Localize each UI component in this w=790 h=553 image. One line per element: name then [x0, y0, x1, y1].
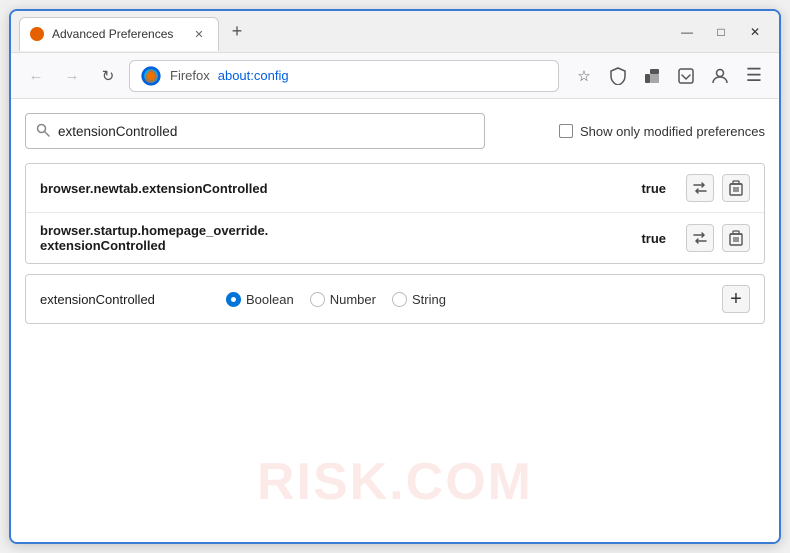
title-bar: Advanced Preferences ✕ + — □ ✕	[11, 11, 779, 53]
radio-boolean-label: Boolean	[246, 292, 294, 307]
radio-string-label: String	[412, 292, 446, 307]
nav-icons: ☆	[569, 61, 769, 91]
trash-icon-2	[729, 230, 743, 246]
radio-number-circle	[310, 292, 325, 307]
radio-number-label: Number	[330, 292, 376, 307]
extension-icon	[643, 67, 661, 85]
show-modified-checkbox[interactable]	[559, 124, 573, 138]
results-table: browser.newtab.extensionControlled true	[25, 163, 765, 264]
maximize-button[interactable]: □	[705, 18, 737, 46]
pref-name-1: browser.newtab.extensionControlled	[40, 181, 641, 196]
toggle-button-2[interactable]	[686, 224, 714, 252]
window-controls: — □ ✕	[671, 18, 771, 46]
radio-number[interactable]: Number	[310, 292, 376, 307]
back-button[interactable]: ←	[21, 61, 51, 91]
search-box[interactable]: extensionControlled	[25, 113, 485, 149]
swap-icon	[692, 181, 708, 195]
swap-icon-2	[692, 231, 708, 245]
search-icon	[36, 123, 50, 140]
radio-string-circle	[392, 292, 407, 307]
new-pref-row: extensionControlled Boolean Number Strin…	[25, 274, 765, 324]
profile-button[interactable]	[705, 61, 735, 91]
add-pref-button[interactable]: +	[722, 285, 750, 313]
row-actions-1	[686, 174, 750, 202]
shield-icon	[610, 67, 626, 85]
tab-favicon	[30, 27, 44, 41]
navigation-bar: ← → ↻ Firefox about:config ☆	[11, 53, 779, 99]
radio-boolean-circle	[226, 292, 241, 307]
delete-button-1[interactable]	[722, 174, 750, 202]
tab-title: Advanced Preferences	[52, 27, 182, 41]
menu-button[interactable]: ☰	[739, 61, 769, 91]
shield-button[interactable]	[603, 61, 633, 91]
table-row: browser.newtab.extensionControlled true	[26, 164, 764, 213]
radio-boolean[interactable]: Boolean	[226, 292, 294, 307]
address-text: about:config	[218, 68, 289, 83]
pocket-button[interactable]	[671, 61, 701, 91]
watermark: RISK.COM	[257, 452, 533, 512]
type-selector: Boolean Number String	[226, 292, 446, 307]
new-tab-button[interactable]: +	[223, 18, 251, 46]
tab-close-button[interactable]: ✕	[190, 25, 208, 43]
toggle-button-1[interactable]	[686, 174, 714, 202]
content-area: RISK.COM extensionControlled Show only m…	[11, 99, 779, 542]
forward-button[interactable]: →	[57, 61, 87, 91]
bookmarks-star-button[interactable]: ☆	[569, 61, 599, 91]
extension-button[interactable]	[637, 61, 667, 91]
pref-value-2: true	[641, 231, 666, 246]
trash-icon	[729, 180, 743, 196]
search-row: extensionControlled Show only modified p…	[25, 113, 765, 149]
address-bar[interactable]: Firefox about:config	[129, 60, 559, 92]
row-actions-2	[686, 224, 750, 252]
pocket-icon	[677, 67, 695, 85]
minimize-button[interactable]: —	[671, 18, 703, 46]
pref-value-1: true	[641, 181, 666, 196]
firefox-logo-icon	[140, 65, 162, 87]
new-pref-name: extensionControlled	[40, 292, 180, 307]
browser-window: Advanced Preferences ✕ + — □ ✕ ← → ↻ Fir…	[9, 9, 781, 544]
active-tab[interactable]: Advanced Preferences ✕	[19, 17, 219, 51]
radio-string[interactable]: String	[392, 292, 446, 307]
profile-icon	[711, 67, 729, 85]
close-button[interactable]: ✕	[739, 18, 771, 46]
search-input: extensionControlled	[58, 124, 177, 139]
pref-name-2: browser.startup.homepage_override. exten…	[40, 223, 641, 253]
browser-name: Firefox	[170, 68, 210, 83]
show-modified-label: Show only modified preferences	[580, 124, 765, 139]
delete-button-2[interactable]	[722, 224, 750, 252]
reload-button[interactable]: ↻	[93, 61, 123, 91]
table-row: browser.startup.homepage_override. exten…	[26, 213, 764, 263]
show-modified-area: Show only modified preferences	[559, 124, 765, 139]
